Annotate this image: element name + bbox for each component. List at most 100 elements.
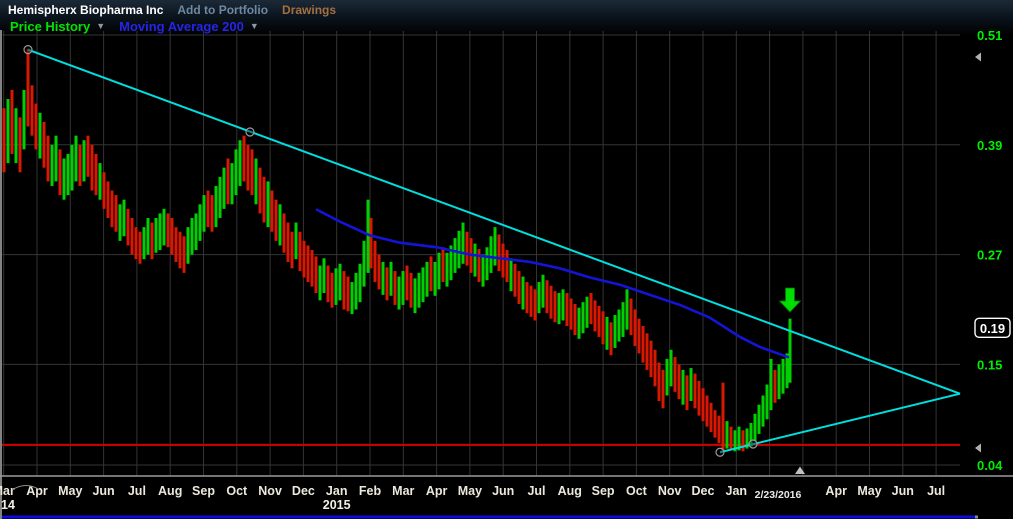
price-bar xyxy=(342,271,346,310)
price-bar xyxy=(657,362,661,401)
price-bar xyxy=(425,261,429,297)
trendline-handle[interactable] xyxy=(245,127,255,137)
price-bar xyxy=(785,353,789,389)
price-bar xyxy=(777,364,781,400)
price-bar xyxy=(322,258,326,294)
price-bar xyxy=(310,250,314,287)
svg-text:May: May xyxy=(458,484,482,498)
price-bar xyxy=(262,176,266,223)
drawings-button[interactable]: Drawings xyxy=(282,3,336,17)
price-bar xyxy=(246,144,250,191)
price-bar xyxy=(14,108,18,164)
price-bar xyxy=(106,181,110,218)
price-bar xyxy=(94,153,98,196)
price-bar xyxy=(258,167,262,214)
price-bar xyxy=(385,267,389,301)
price-bar xyxy=(377,254,381,290)
price-bar xyxy=(761,395,765,427)
svg-text:Jul: Jul xyxy=(927,484,945,498)
selected-date-label: 2/23/2016 xyxy=(755,489,802,501)
price-bar xyxy=(685,375,689,411)
price-bar xyxy=(601,311,605,345)
svg-text:0.15: 0.15 xyxy=(977,357,1002,372)
price-bar xyxy=(250,149,254,196)
time-scrollbar-end-tick[interactable] xyxy=(975,515,978,519)
price-bar xyxy=(202,195,206,232)
trendline-handle[interactable] xyxy=(748,439,758,449)
price-bar xyxy=(629,298,633,336)
x-axis-labels: Mar Apr May Jun Jul Aug Sep Oct Nov Dec Jan Feb Mar A… xyxy=(0,484,945,512)
price-bar xyxy=(681,369,685,405)
price-bar xyxy=(206,190,210,228)
price-bar xyxy=(286,222,290,262)
price-bar xyxy=(485,247,489,281)
svg-text:Feb: Feb xyxy=(359,484,382,498)
price-bar xyxy=(701,388,705,422)
price-bar xyxy=(489,236,493,273)
price-bar xyxy=(234,149,238,196)
price-history-label: Price History xyxy=(10,18,91,34)
price-chart[interactable]: 0.51 0.39 0.27 0.15 0.04 0.19 Mar Apr May Jun Jul A… xyxy=(0,0,1013,519)
time-scrollbar[interactable] xyxy=(2,515,975,519)
down-arrow-annotation[interactable] xyxy=(778,287,802,313)
price-bar xyxy=(533,289,537,321)
price-bar xyxy=(10,89,14,154)
price-bar xyxy=(306,245,310,283)
indicator-toolbar: Price History ▼ Moving Average 200 ▼ xyxy=(10,18,259,34)
price-bar xyxy=(70,144,74,191)
price-bar xyxy=(717,415,721,444)
chevron-down-icon: ▼ xyxy=(96,20,106,31)
price-bar xyxy=(585,296,589,328)
price-bar xyxy=(174,227,178,262)
price-bar xyxy=(633,309,637,347)
date-marker-triangle[interactable] xyxy=(795,466,805,475)
price-bar xyxy=(389,261,393,296)
price-bar xyxy=(362,240,366,287)
price-bar xyxy=(162,208,166,246)
price-bar xyxy=(226,158,230,205)
price-history-dropdown[interactable]: Price History ▼ xyxy=(10,19,105,34)
svg-text:Jul: Jul xyxy=(527,484,545,498)
price-bar xyxy=(318,265,322,301)
price-bar xyxy=(545,280,549,314)
svg-text:Dec: Dec xyxy=(692,484,715,498)
price-bar xyxy=(501,243,505,278)
price-bar xyxy=(294,222,298,260)
price-bar xyxy=(573,304,577,336)
price-bar xyxy=(142,227,146,260)
trendline-handle[interactable] xyxy=(23,45,33,55)
price-bar xyxy=(194,213,198,251)
price-bar xyxy=(298,231,302,272)
price-bar xyxy=(178,231,182,269)
price-bar xyxy=(22,89,26,150)
price-bar xyxy=(417,272,421,308)
svg-text:May: May xyxy=(58,484,82,498)
svg-text:Oct: Oct xyxy=(626,484,648,498)
price-bar xyxy=(617,309,621,342)
price-bar xyxy=(461,222,465,264)
price-bar xyxy=(338,263,342,301)
price-bar xyxy=(441,247,445,283)
svg-text:0.39: 0.39 xyxy=(977,138,1002,153)
price-bar xyxy=(38,112,42,159)
svg-text:2015: 2015 xyxy=(323,498,351,512)
svg-text:Sep: Sep xyxy=(592,484,615,498)
price-bar xyxy=(401,271,405,305)
horizontal-gridlines xyxy=(2,34,960,466)
price-bar xyxy=(98,163,102,200)
price-bar xyxy=(565,293,569,326)
price-bar xyxy=(421,267,425,303)
price-bar xyxy=(665,358,669,396)
price-bar xyxy=(445,252,449,287)
add-to-portfolio-button[interactable]: Add to Portfolio xyxy=(177,3,268,17)
price-bar xyxy=(621,302,625,337)
price-bar xyxy=(625,289,629,330)
price-bar xyxy=(677,364,681,400)
svg-text:Oct: Oct xyxy=(226,484,248,498)
price-bar xyxy=(218,176,222,218)
price-bar xyxy=(282,213,286,253)
svg-text:Jul: Jul xyxy=(128,484,146,498)
trendline-handle[interactable] xyxy=(715,447,725,457)
moving-average-dropdown[interactable]: Moving Average 200 ▼ xyxy=(119,19,259,34)
price-bar xyxy=(653,349,657,387)
